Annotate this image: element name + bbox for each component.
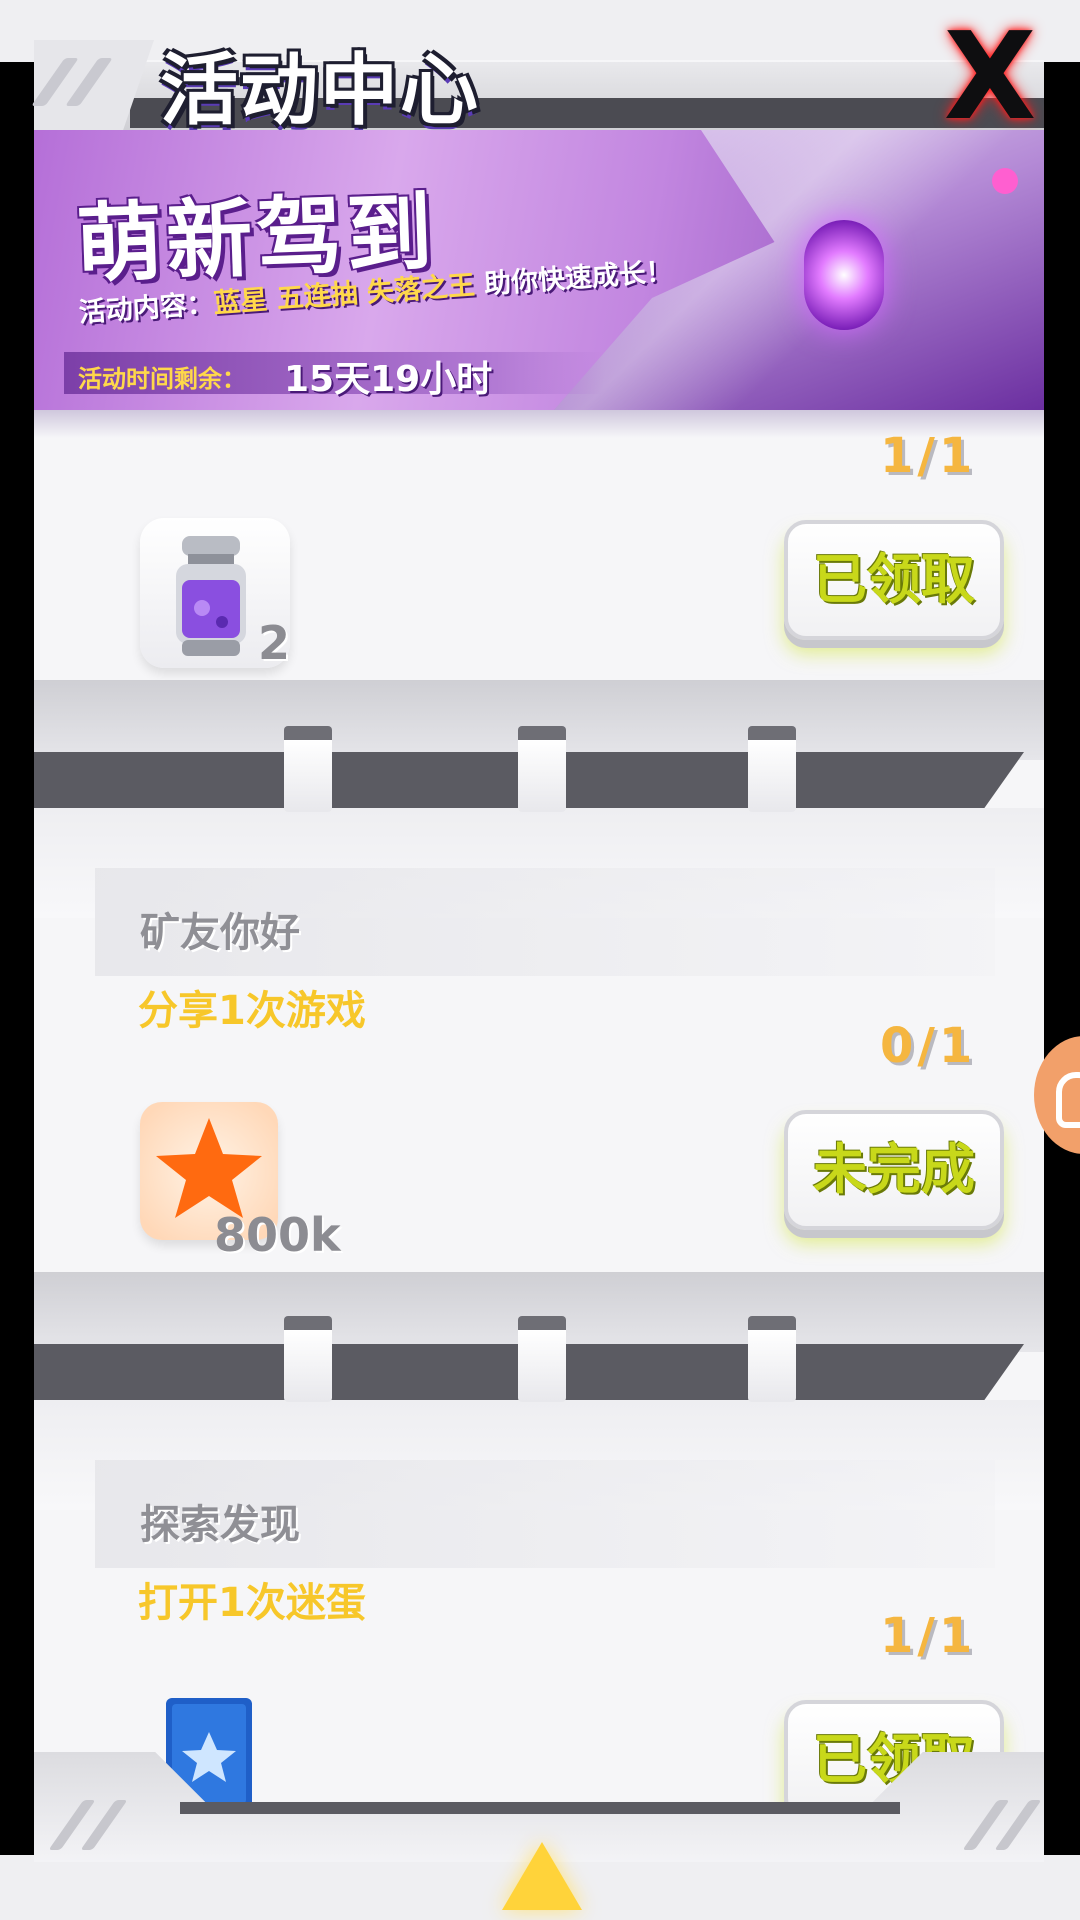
mecha-core-glow (804, 220, 884, 330)
scroll-up-arrow-icon[interactable] (502, 1842, 582, 1910)
close-button[interactable]: X (930, 18, 1050, 138)
rail-clip (518, 726, 566, 812)
desc-item: 蓝星 (212, 284, 269, 320)
rail-clip (284, 1316, 332, 1402)
task-title: 矿友你好 (140, 910, 300, 956)
activity-center-screen: 活动中心 X 萌新驾到 活动内容：蓝星 五连抽 失落之王 助你快速成长！ 活动时… (0, 0, 1080, 1920)
reward-count: 2 (258, 616, 291, 670)
incomplete-button[interactable]: 未完成 (784, 1110, 1004, 1230)
task-progress: 1/1 (880, 1608, 977, 1664)
task-progress: 0/1 (880, 1018, 977, 1074)
page-title: 活动中心 (160, 46, 481, 136)
task-description: 打开1次迷蛋 (138, 1580, 366, 1626)
footer-accent-stripe (180, 1802, 900, 1814)
desc-item: 五连抽 (275, 278, 359, 315)
desc-suffix: 助你快速成长！ (483, 256, 674, 301)
rail-clip (748, 1316, 796, 1402)
event-banner: 萌新驾到 活动内容：蓝星 五连抽 失落之王 助你快速成长！ 活动时间剩余： 15… (34, 130, 1044, 410)
task-description: 分享1次游戏 (138, 988, 366, 1034)
desc-prefix: 活动内容： (77, 288, 215, 329)
timer-value: 15天19小时 (284, 359, 493, 400)
claimed-button[interactable]: 已领取 (784, 520, 1004, 640)
controller-icon (1056, 1072, 1080, 1128)
pink-orb (992, 168, 1018, 194)
task-title: 探索发现 (140, 1502, 300, 1548)
desc-item: 失落之王 (365, 270, 476, 309)
rail-clip (748, 726, 796, 812)
task-progress: 1/1 (880, 428, 977, 484)
rail-clip (518, 1316, 566, 1402)
timer-label: 活动时间剩余： (78, 365, 246, 393)
rail-clip (284, 726, 332, 812)
reward-count: 800k (214, 1208, 341, 1262)
